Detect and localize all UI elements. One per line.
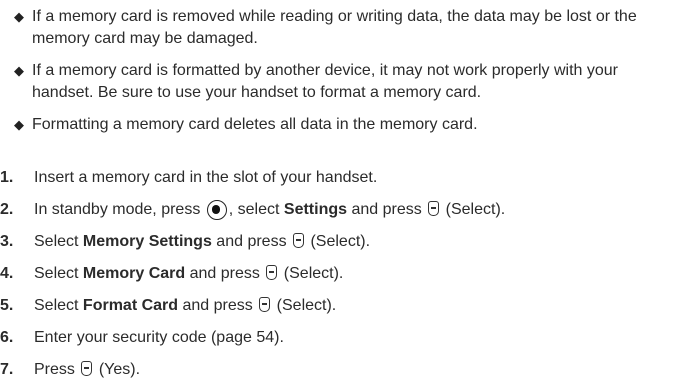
left-softkey-icon	[259, 297, 271, 312]
step-text-end: (Yes).	[98, 361, 141, 378]
caution-item: ◆ If a memory card is removed while readi…	[14, 6, 682, 50]
step-number: 2.	[0, 201, 14, 218]
navigation-key-icon	[206, 200, 227, 220]
step-text: Insert a memory card in the slot of your…	[34, 167, 377, 189]
step-menu-name: Memory Card	[82, 265, 186, 282]
caution-text: Formatting a memory card deletes all dat…	[32, 116, 478, 133]
step-number: 5.	[0, 297, 14, 314]
manual-page: ◆ If a memory card is removed while readi…	[0, 0, 684, 384]
step-text-end: (Select).	[310, 233, 371, 250]
step-text-start: Enter your security code (page 54).	[34, 329, 284, 346]
step-menu-name: Memory Settings	[82, 233, 212, 250]
step-number: 1.	[0, 169, 14, 186]
step-text-start: Select	[34, 297, 79, 314]
step-text: Press (Yes).	[34, 359, 140, 381]
step-text-start: Select	[34, 265, 79, 282]
diamond-bullet-icon: ◆	[14, 63, 24, 78]
step-text-mid: , select	[228, 201, 280, 218]
step-text-end: (Select).	[445, 201, 506, 218]
diamond-bullet-icon: ◆	[14, 9, 24, 24]
step-text-start: Press	[34, 361, 75, 378]
step-text-press: and press	[182, 297, 253, 314]
step-text-press: and press	[351, 201, 422, 218]
step-number: 3.	[0, 233, 14, 250]
step-menu-name: Format Card	[82, 297, 179, 314]
step-text: Enter your security code (page 54).	[34, 327, 284, 349]
left-softkey-icon	[81, 361, 93, 376]
step-number: 4.	[0, 265, 14, 282]
diamond-bullet-icon: ◆	[14, 117, 24, 132]
step-text-start: Insert a memory card in the slot of your…	[34, 169, 378, 186]
step-number: 6.	[0, 329, 14, 346]
caution-text: If a memory card is removed while readin…	[32, 8, 637, 47]
step-text: In standby mode, press , select Settings…	[34, 199, 505, 221]
caution-text: If a memory card is formatted by another…	[32, 62, 619, 101]
step-text: Select Format Card and press (Select).	[34, 295, 336, 317]
step-menu-name: Settings	[283, 201, 348, 218]
left-softkey-icon	[428, 201, 440, 216]
step-text-start: Select	[34, 233, 79, 250]
step-text-end: (Select).	[283, 265, 344, 282]
step-text: Select Memory Settings and press (Select…	[34, 231, 370, 253]
step-text-press: and press	[189, 265, 260, 282]
step-text-start: In standby mode, press	[34, 201, 201, 218]
step-text: Select Memory Card and press (Select).	[34, 263, 343, 285]
caution-item: ◆ If a memory card is formatted by anothe…	[14, 60, 682, 104]
left-softkey-icon	[266, 265, 278, 280]
step-number: 7.	[0, 361, 14, 378]
step-text-press: and press	[216, 233, 287, 250]
caution-item: ◆ Formatting a memory card deletes all da…	[14, 114, 682, 136]
step-text-end: (Select).	[276, 297, 337, 314]
left-softkey-icon	[293, 233, 305, 248]
